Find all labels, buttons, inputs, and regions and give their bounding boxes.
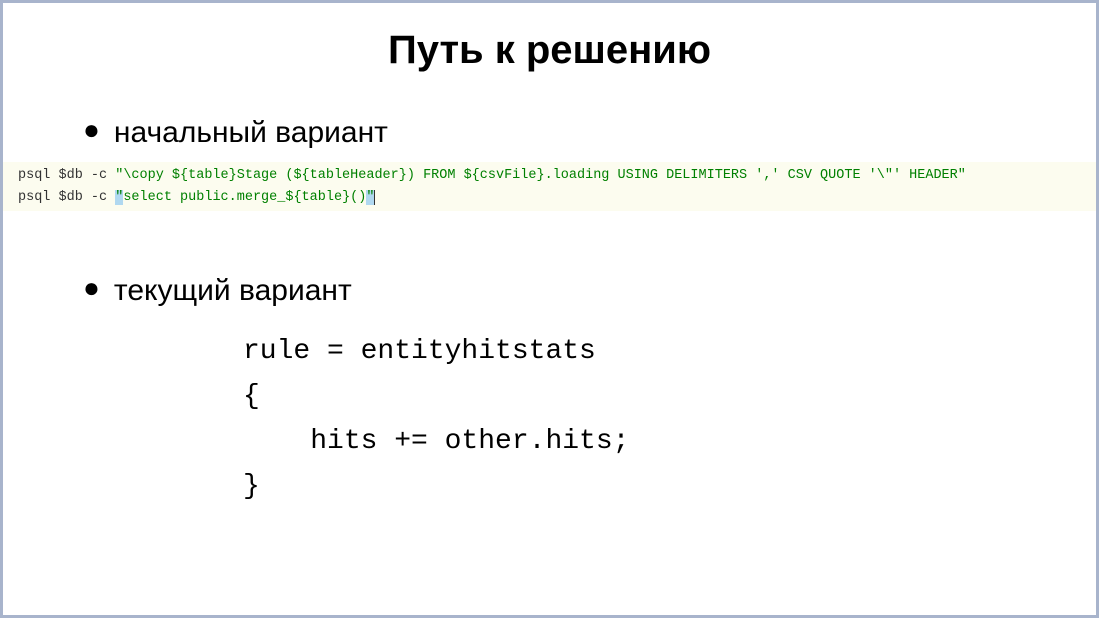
bullet-item-2: ● текущий вариант [83, 271, 1096, 310]
rule-line-2: { [243, 375, 1096, 420]
bullet-text-2: текущий вариант [114, 271, 352, 310]
bullet-text-1: начальный вариант [114, 113, 388, 152]
rule-line-1: rule = entityhitstats [243, 330, 1096, 375]
bullet-list-2: ● текущий вариант [3, 271, 1096, 310]
bullet-list: ● начальный вариант [3, 113, 1096, 152]
bullet-dot-icon: ● [83, 271, 100, 305]
psql-code-line-2: psql $db -c "select public.merge_${table… [18, 187, 1091, 209]
bullet-dot-icon: ● [83, 113, 100, 147]
slide-container: Путь к решению ● начальный вариант psql … [3, 3, 1096, 615]
slide-title: Путь к решению [3, 28, 1096, 73]
psql-string-1: "\copy ${table}Stage (${tableHeader}) FR… [115, 168, 966, 183]
rule-code-block: rule = entityhitstats { hits += other.hi… [243, 330, 1096, 509]
bullet-item-1: ● начальный вариант [83, 113, 1096, 152]
psql-prefix-1: psql $db -c [18, 168, 115, 183]
psql-code-line-1: psql $db -c "\copy ${table}Stage (${tabl… [18, 165, 1091, 187]
rule-line-3: hits += other.hits; [243, 420, 1096, 465]
psql-prefix-2: psql $db -c [18, 190, 115, 205]
psql-quote-end: " [366, 190, 375, 205]
rule-line-4: } [243, 465, 1096, 510]
psql-content-2: select public.merge_${table}() [123, 190, 366, 205]
psql-code-block: psql $db -c "\copy ${table}Stage (${tabl… [3, 162, 1096, 211]
